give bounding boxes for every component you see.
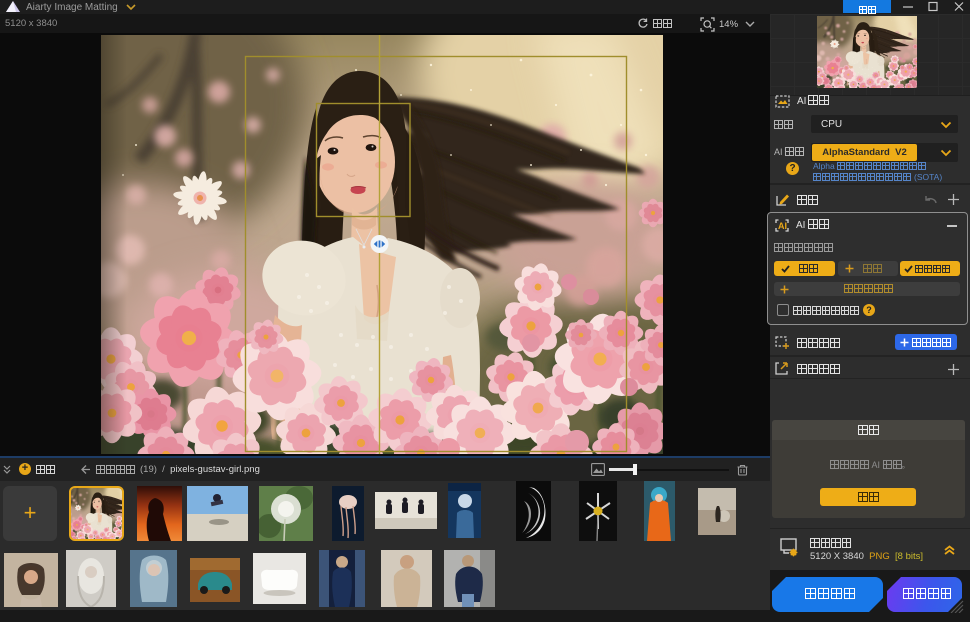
svg-text:AI: AI: [778, 221, 787, 231]
